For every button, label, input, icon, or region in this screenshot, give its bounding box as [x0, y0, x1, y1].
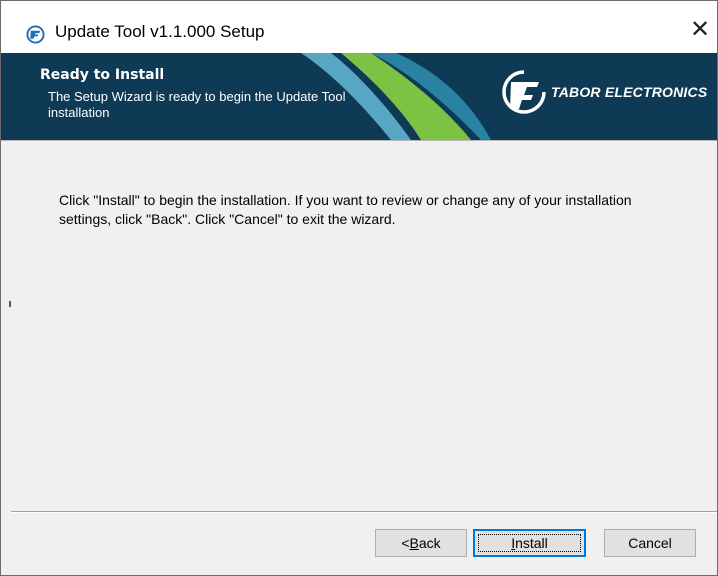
instructions-text: Click "Install" to begin the installatio… [59, 192, 632, 227]
window-title: Update Tool v1.1.000 Setup [55, 22, 265, 41]
header-banner: Ready to Install The Setup Wizard is rea… [1, 53, 717, 140]
setup-window: Update Tool v1.1.000 Setup ✕ Ready to In… [0, 0, 718, 576]
brand: TABOR ELECTRONICS [501, 69, 707, 115]
banner-heading: Ready to Install [40, 67, 165, 83]
tabor-app-icon [26, 25, 45, 44]
footer-divider-highlight [11, 512, 717, 513]
back-button-mnemonic: B [409, 535, 419, 551]
back-button-rest: ack [418, 535, 441, 551]
cancel-button[interactable]: Cancel [604, 529, 696, 557]
banner-divider [1, 140, 717, 141]
banner-subtitle: The Setup Wizard is ready to begin the U… [48, 89, 346, 120]
back-button-prefix: < [401, 535, 410, 551]
title-bar[interactable]: Update Tool v1.1.000 Setup ✕ [1, 1, 717, 53]
close-icon: ✕ [689, 15, 711, 43]
close-button[interactable]: ✕ [683, 9, 717, 49]
back-button[interactable]: < Back [375, 529, 467, 557]
side-marker [9, 301, 11, 307]
install-focus-ring [478, 534, 581, 552]
tabor-logo-icon [502, 70, 546, 114]
brand-name: TABOR ELECTRONICS [551, 84, 708, 100]
install-button[interactable]: Install [473, 529, 586, 557]
